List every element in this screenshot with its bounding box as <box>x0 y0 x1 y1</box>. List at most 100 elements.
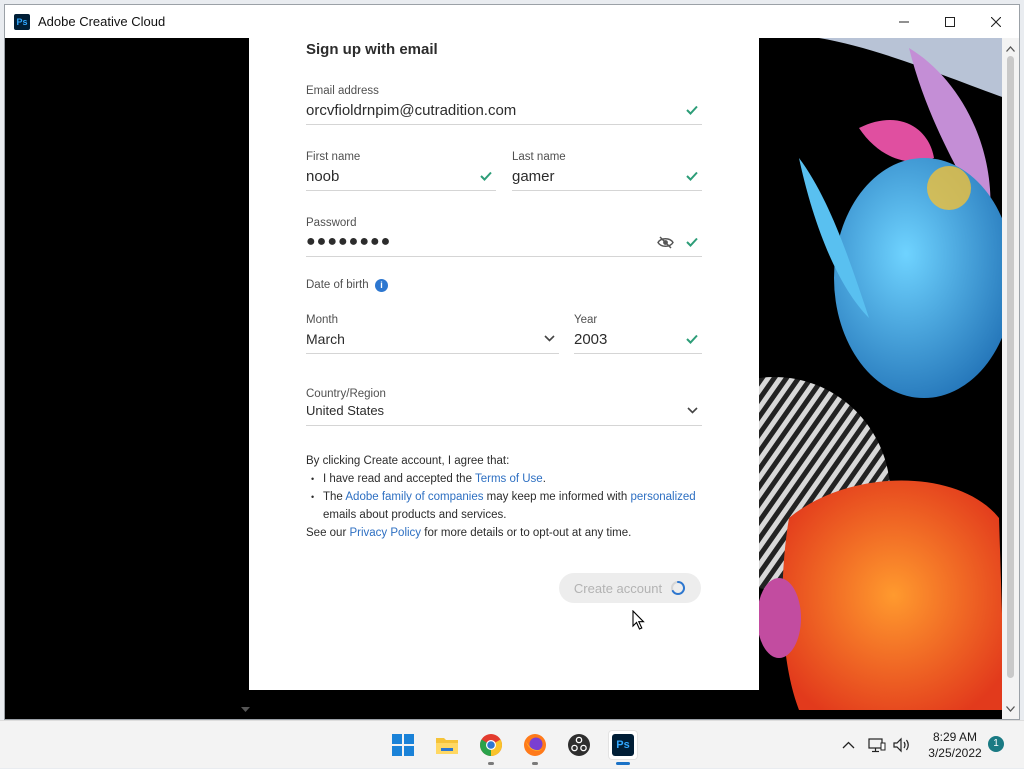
password-value: ●●●●●●●● <box>306 233 392 250</box>
legal-text-fragment: The <box>323 491 346 503</box>
file-explorer-button[interactable] <box>432 730 462 760</box>
year-label: Year <box>574 314 598 326</box>
firefox-button[interactable] <box>520 730 550 765</box>
month-dropdown[interactable]: March <box>306 329 559 354</box>
checkmark-icon <box>686 334 698 344</box>
password-field[interactable]: Password ●●●●●●●● <box>306 217 702 257</box>
year-field[interactable]: Year 2003 <box>574 314 702 354</box>
legal-text-fragment: for more details or to opt-out at any ti… <box>421 527 632 539</box>
month-label: Month <box>306 314 338 326</box>
minimize-button[interactable] <box>881 5 927 38</box>
checkmark-icon <box>480 171 492 181</box>
scroll-down-icon[interactable] <box>1002 700 1019 717</box>
first-name-input[interactable]: noob <box>306 166 496 191</box>
email-input[interactable]: orcvfioldrnpim@cutradition.com <box>306 100 702 125</box>
app-window: Ps Adobe Creative Cloud Sign up with ema… <box>4 4 1020 720</box>
loading-spinner-icon <box>671 581 686 595</box>
month-value: March <box>306 331 345 347</box>
adobe-family-link[interactable]: Adobe family of companies <box>345 491 483 503</box>
last-name-field[interactable]: Last name gamer <box>512 151 702 191</box>
password-label: Password <box>306 217 357 229</box>
legal-text-fragment: See our <box>306 527 350 539</box>
show-hidden-icons-button[interactable] <box>842 721 855 769</box>
checkmark-icon <box>686 237 698 247</box>
last-name-value: gamer <box>512 168 555 185</box>
taskbar: Ps 8:29 AM 3/25/2022 1 <box>0 720 1024 768</box>
first-name-label: First name <box>306 151 361 163</box>
legal-intro: By clicking Create account, I agree that… <box>306 455 510 467</box>
privacy-policy-link[interactable]: Privacy Policy <box>349 527 421 539</box>
chrome-button[interactable] <box>476 730 506 765</box>
photoshop-app-icon: Ps <box>14 13 30 30</box>
first-name-value: noob <box>306 168 340 185</box>
chevron-down-icon <box>687 407 698 414</box>
scroll-thumb[interactable] <box>1007 56 1014 678</box>
legal-text-fragment: I have read and accepted the <box>323 473 475 485</box>
vertical-scrollbar[interactable] <box>1002 38 1019 719</box>
month-select[interactable]: Month March <box>306 314 559 354</box>
email-label: Email address <box>306 85 379 97</box>
last-name-label: Last name <box>512 151 566 163</box>
year-input[interactable]: 2003 <box>574 329 702 354</box>
running-indicator <box>532 762 538 765</box>
country-dropdown[interactable]: United States <box>306 401 702 426</box>
obs-icon <box>568 734 590 756</box>
checkmark-icon <box>686 171 698 181</box>
password-input[interactable]: ●●●●●●●● <box>306 232 702 257</box>
start-button[interactable] <box>388 730 418 760</box>
network-icon <box>868 738 886 753</box>
personalized-link[interactable]: personalized <box>630 491 695 503</box>
mouse-cursor-icon <box>632 610 645 630</box>
privacy-line: See our Privacy Policy for more details … <box>306 524 726 542</box>
network-status-button[interactable] <box>868 721 886 769</box>
first-name-field[interactable]: First name noob <box>306 151 496 191</box>
email-value: orcvfioldrnpim@cutradition.com <box>306 102 517 119</box>
scroll-up-icon[interactable] <box>1002 40 1019 57</box>
running-indicator <box>488 762 494 765</box>
photoshop-button[interactable]: Ps <box>608 730 638 765</box>
photoshop-icon: Ps <box>612 734 634 756</box>
legal-text-fragment: emails about products and services. <box>323 509 507 521</box>
country-select[interactable]: Country/Region United States <box>306 388 702 428</box>
window-title: Adobe Creative Cloud <box>38 14 166 29</box>
legal-item-marketing: The Adobe family of companies may keep m… <box>306 488 726 524</box>
last-name-input[interactable]: gamer <box>512 166 702 191</box>
create-account-button[interactable]: Create account <box>559 573 701 603</box>
terms-of-use-link[interactable]: Terms of Use <box>475 473 543 485</box>
window-controls <box>881 5 1019 38</box>
form-title: Sign up with email <box>306 41 438 58</box>
notification-badge[interactable]: 1 <box>988 736 1004 752</box>
clock-date: 3/25/2022 <box>928 746 982 760</box>
folder-icon <box>436 738 458 754</box>
country-label: Country/Region <box>306 388 386 400</box>
decorative-artwork <box>759 38 1005 710</box>
windows-logo-icon <box>392 734 414 756</box>
clock-time: 8:29 AM <box>932 730 978 744</box>
window-content: Sign up with email Email address orcvfio… <box>5 38 1019 719</box>
chrome-icon <box>480 734 502 756</box>
firefox-icon <box>524 734 546 756</box>
country-value: United States <box>306 403 385 418</box>
date-of-birth-label: Date of birth <box>306 279 369 291</box>
legal-list: I have read and accepted the Terms of Us… <box>306 470 726 524</box>
email-field[interactable]: Email address orcvfioldrnpim@cutradition… <box>306 85 702 125</box>
signup-form-panel: Sign up with email Email address orcvfio… <box>249 38 759 690</box>
speaker-icon <box>893 737 909 753</box>
checkmark-icon <box>686 105 698 115</box>
obs-button[interactable] <box>564 730 594 760</box>
create-account-label: Create account <box>573 580 663 596</box>
maximize-icon <box>945 16 955 27</box>
small-down-arrow-icon <box>241 707 250 712</box>
info-icon[interactable]: i <box>375 279 388 292</box>
active-indicator <box>616 762 630 765</box>
volume-button[interactable] <box>893 721 911 769</box>
close-button[interactable] <box>973 5 1019 38</box>
chevron-down-icon <box>544 335 555 342</box>
clock[interactable]: 8:29 AM 3/25/2022 <box>920 729 990 761</box>
hide-password-eye-icon[interactable] <box>657 236 674 249</box>
title-bar[interactable]: Ps Adobe Creative Cloud <box>5 5 1019 38</box>
legal-text-fragment: may keep me informed with <box>483 491 631 503</box>
year-value: 2003 <box>574 331 608 348</box>
legal-text: By clicking Create account, I agree that… <box>306 452 726 542</box>
maximize-button[interactable] <box>927 5 973 38</box>
